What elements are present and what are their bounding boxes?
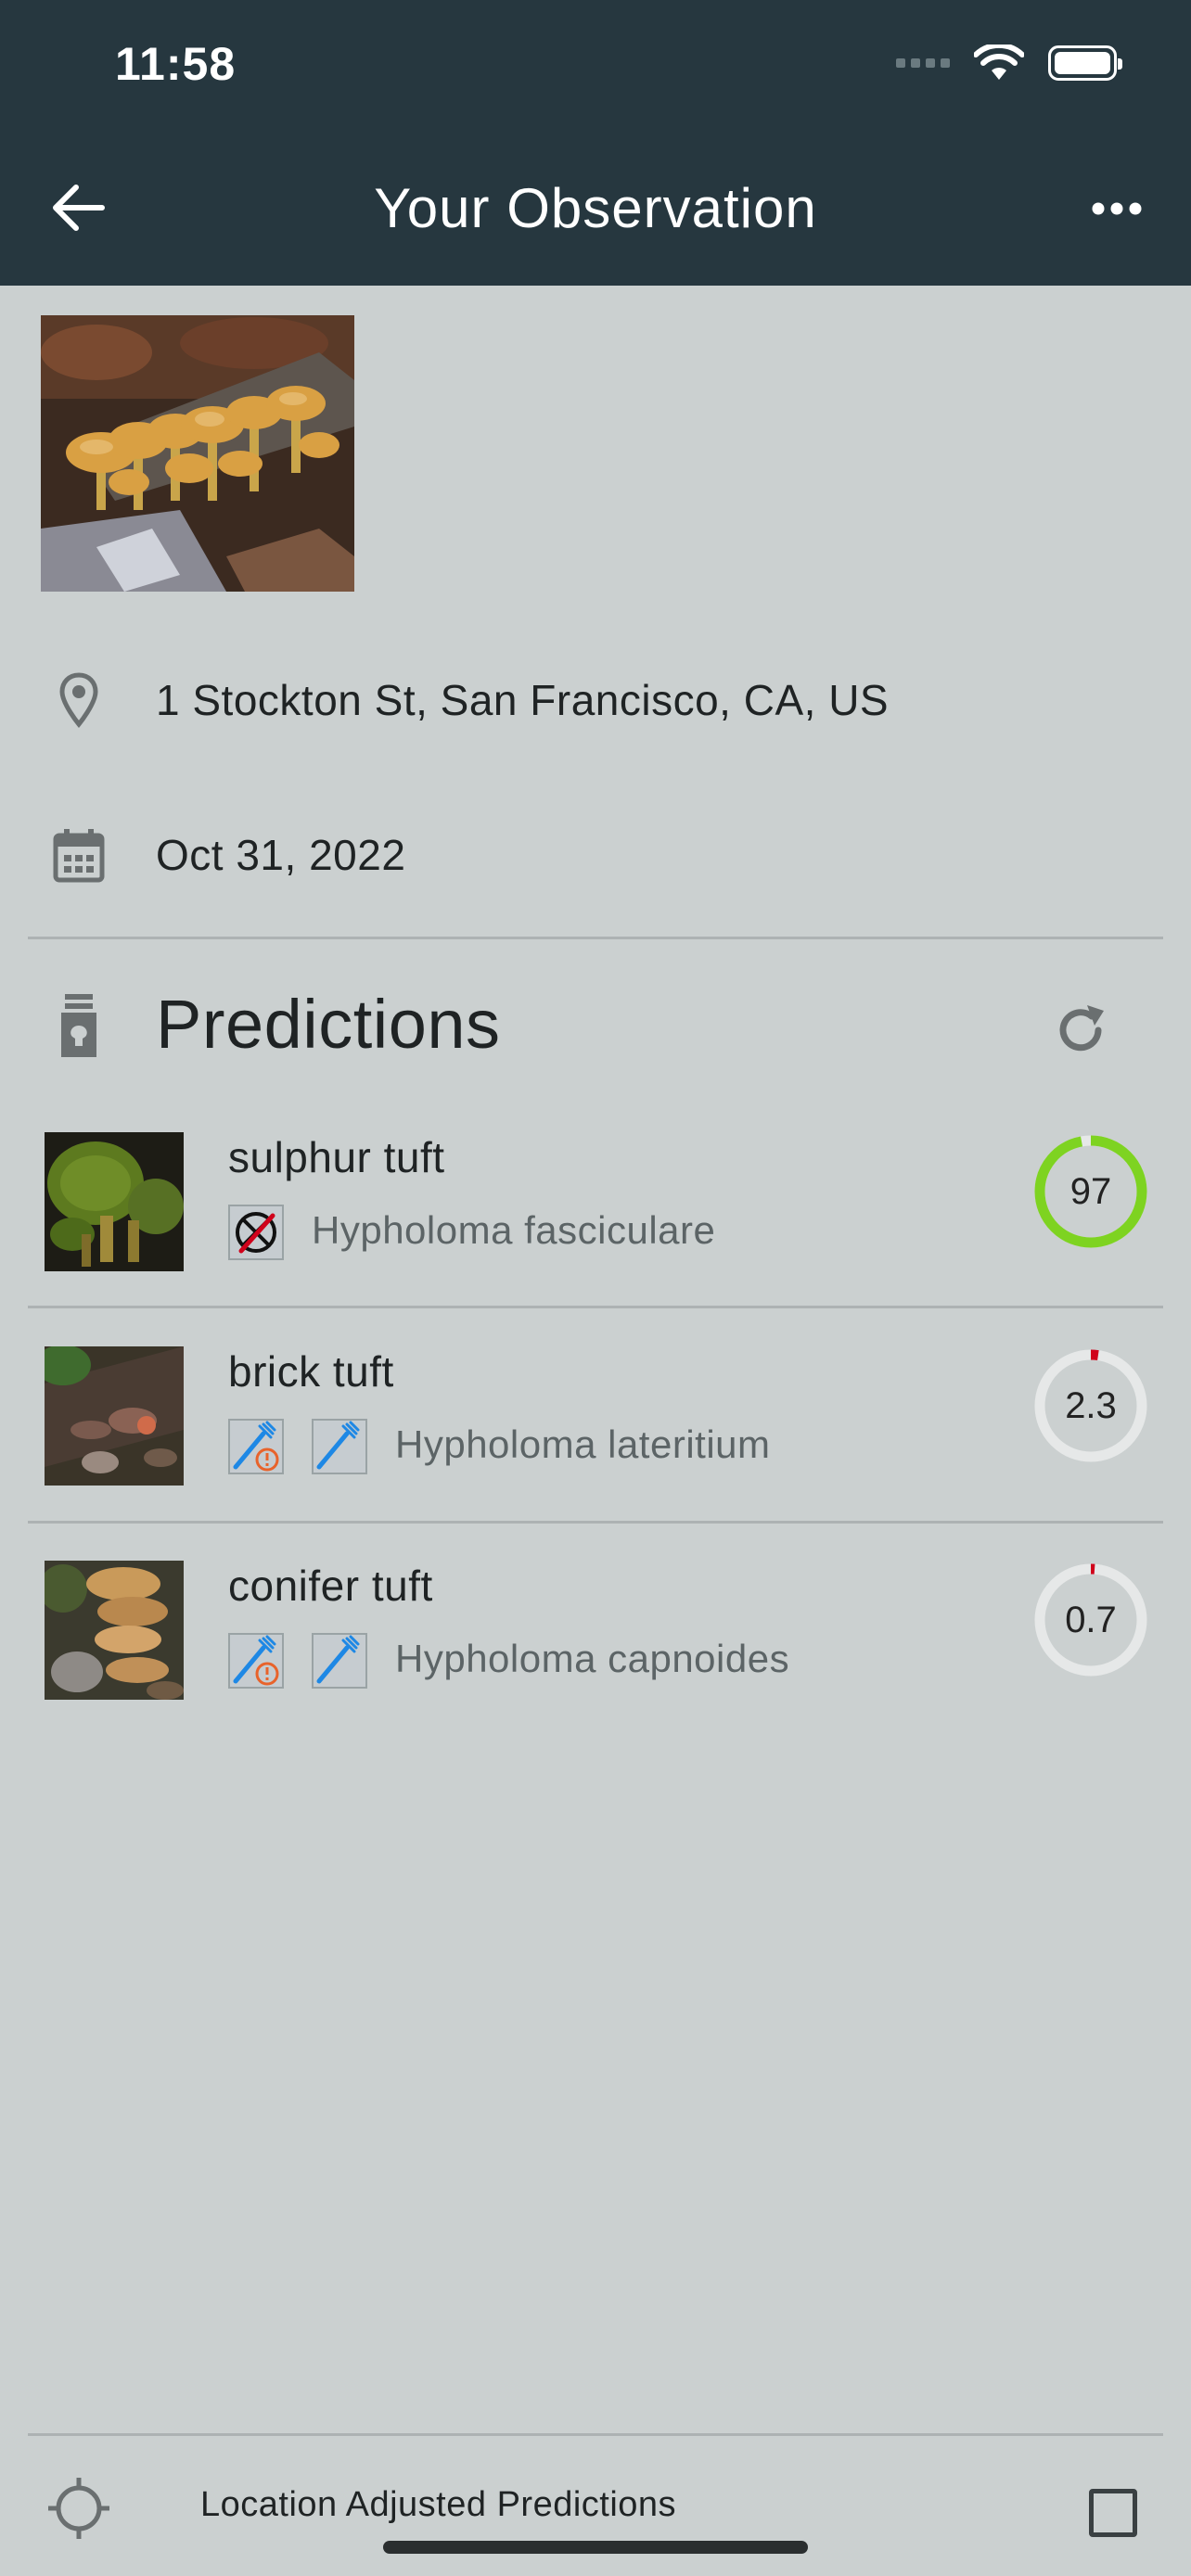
observation-photo[interactable] xyxy=(41,315,354,592)
prediction-thumbnail xyxy=(45,1346,184,1486)
divider xyxy=(28,2433,1163,2436)
confidence-score: 2.3 xyxy=(1065,1385,1117,1426)
prediction-common-name: brick tuft xyxy=(228,1347,394,1396)
more-options-icon[interactable] xyxy=(1089,190,1145,227)
date-row[interactable]: Oct 31, 2022 xyxy=(0,809,1191,901)
confidence-ring: 97 xyxy=(1031,1132,1150,1251)
location-adjusted-toggle-row[interactable]: Location Adjusted Predictions xyxy=(0,2437,1191,2576)
prediction-scientific-name: Hypholoma capnoides xyxy=(395,1637,790,1680)
home-indicator[interactable] xyxy=(383,2541,808,2554)
prediction-thumbnail xyxy=(45,1132,184,1271)
edible-icon[interactable] xyxy=(312,1633,367,1689)
prediction-common-name: conifer tuft xyxy=(228,1562,433,1610)
prediction-common-name: sulphur tuft xyxy=(228,1133,445,1181)
status-time: 11:58 xyxy=(115,38,237,90)
predictions-title: Predictions xyxy=(156,986,501,1063)
top-app-bar: 11:58 Your Observation xyxy=(0,0,1191,286)
prediction-scientific-name: Hypholoma fasciculare xyxy=(312,1208,716,1252)
location-adjusted-label: Location Adjusted Predictions xyxy=(200,2485,677,2524)
wifi-icon xyxy=(974,45,1024,80)
confidence-score: 97 xyxy=(1069,1171,1112,1212)
cellular-signal-icon xyxy=(896,58,950,68)
prediction-scientific-name: Hypholoma lateritium xyxy=(395,1422,771,1466)
edible-caution-icon[interactable] xyxy=(228,1633,284,1689)
location-text: 1 Stockton St, San Francisco, CA, US xyxy=(156,676,890,724)
gps-crosshair-icon xyxy=(48,2478,109,2539)
confidence-ring: 0.7 xyxy=(1031,1561,1150,1679)
location-row[interactable]: 1 Stockton St, San Francisco, CA, US xyxy=(0,654,1191,746)
divider xyxy=(28,937,1163,939)
edible-icon[interactable] xyxy=(312,1419,367,1474)
status-icons xyxy=(896,45,1122,82)
prediction-item-sulphur-tuft[interactable]: sulphur tuft Hypholoma fasciculare 97 xyxy=(0,1132,1191,1318)
battery-icon xyxy=(1048,45,1122,81)
prediction-badges xyxy=(228,1419,367,1474)
prediction-badges xyxy=(228,1633,367,1689)
divider xyxy=(28,1521,1163,1524)
prediction-item-conifer-tuft[interactable]: conifer tuft Hypholoma capnoides 0.7 xyxy=(0,1561,1191,1746)
confidence-score: 0.7 xyxy=(1065,1600,1117,1640)
specimen-jar-icon xyxy=(61,994,96,1057)
page-title: Your Observation xyxy=(374,177,817,239)
prediction-item-brick-tuft[interactable]: brick tuft Hypholoma lateritium 2.3 xyxy=(0,1346,1191,1532)
edible-caution-icon[interactable] xyxy=(228,1419,284,1474)
divider xyxy=(28,1306,1163,1308)
prediction-badges xyxy=(228,1205,284,1260)
predictions-header: Predictions xyxy=(0,974,1191,1076)
confidence-ring: 2.3 xyxy=(1031,1346,1150,1465)
calendar-icon xyxy=(46,823,111,887)
refresh-icon[interactable] xyxy=(1048,998,1113,1063)
prediction-thumbnail xyxy=(45,1561,184,1700)
location-pin-icon xyxy=(46,668,111,733)
poisonous-icon[interactable] xyxy=(228,1205,284,1260)
location-adjusted-checkbox[interactable] xyxy=(1089,2489,1137,2537)
date-text: Oct 31, 2022 xyxy=(156,831,406,879)
